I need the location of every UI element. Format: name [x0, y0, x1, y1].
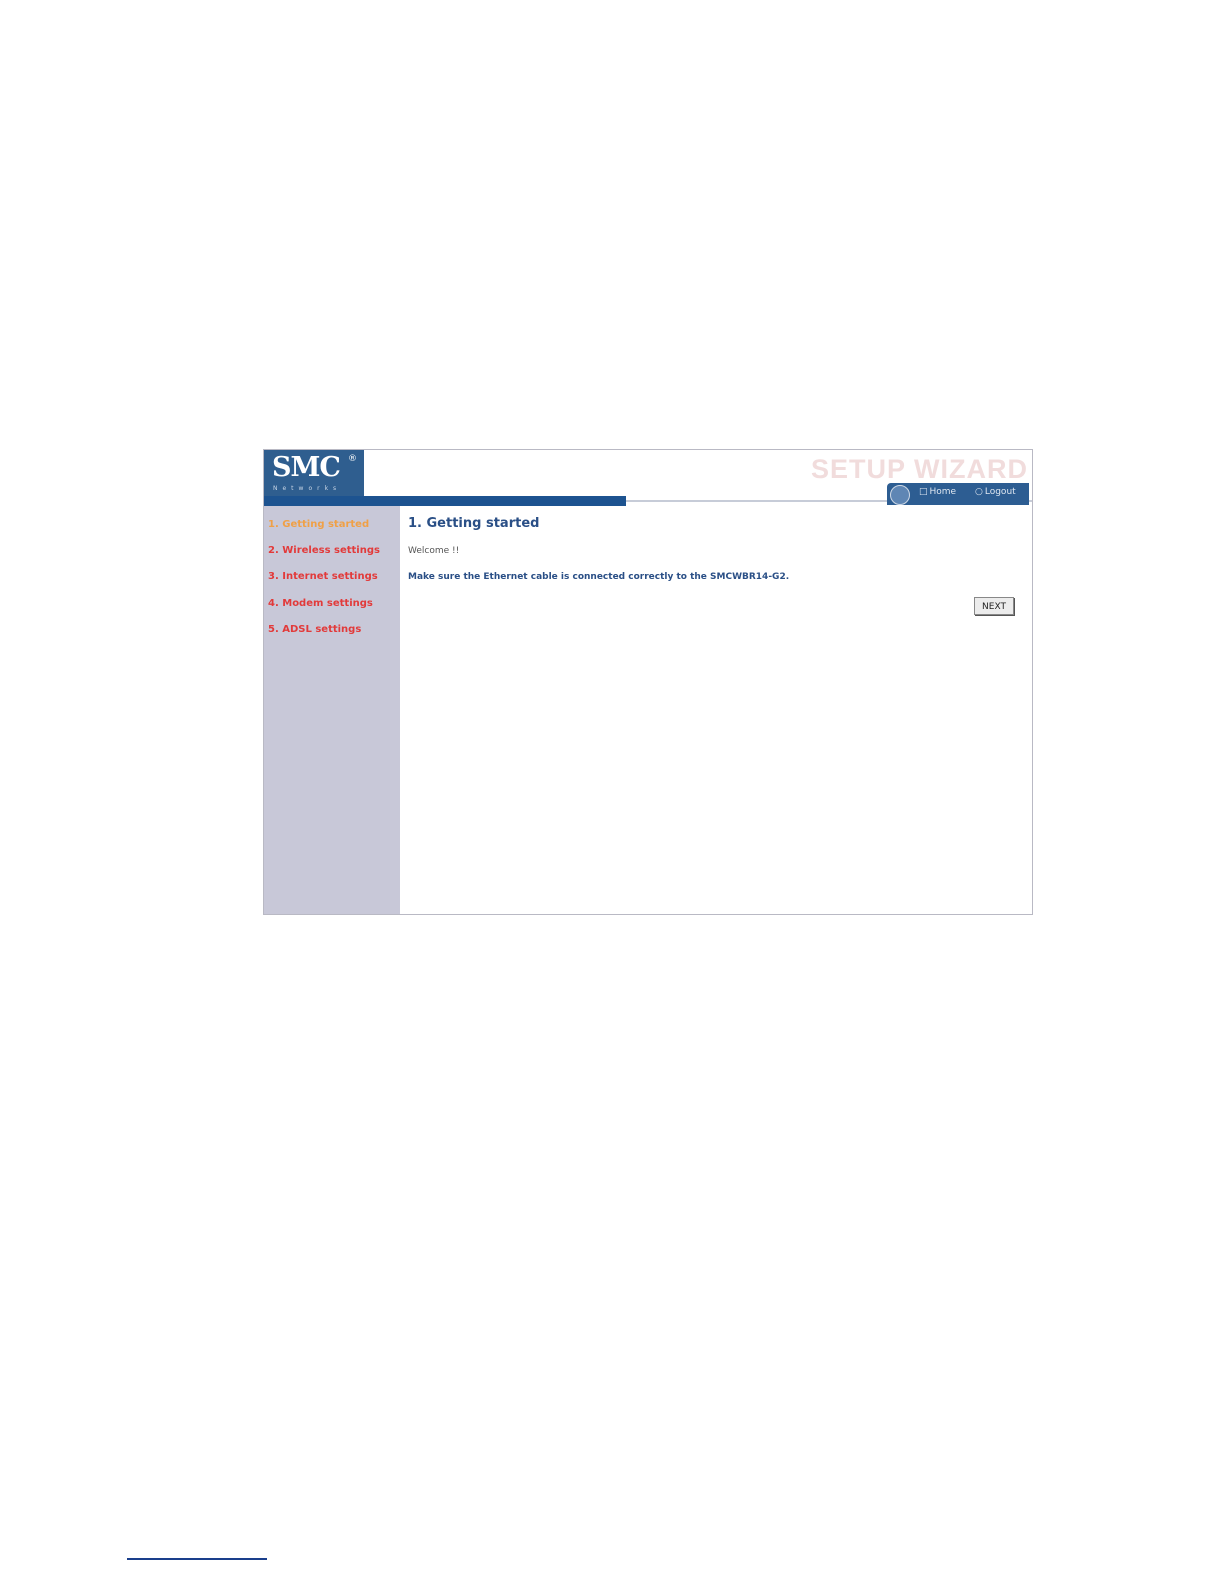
home-link[interactable]: □ Home: [919, 487, 956, 497]
logo-subtitle: Networks: [273, 485, 342, 492]
sidebar-item-internet-settings[interactable]: 3. Internet settings: [268, 571, 378, 582]
welcome-text: Welcome !!: [408, 546, 460, 556]
instruction-text: Make sure the Ethernet cable is connecte…: [408, 572, 790, 582]
top-nav: □ Home ○ Logout: [887, 483, 1029, 505]
logout-link[interactable]: ○ Logout: [975, 487, 1016, 497]
header-accent-bar: [264, 496, 626, 506]
page-title: 1. Getting started: [408, 516, 540, 531]
logout-label: Logout: [984, 487, 1016, 497]
sidebar-item-adsl-settings[interactable]: 5. ADSL settings: [268, 624, 361, 635]
sidebar: 1. Getting started 2. Wireless settings …: [264, 506, 400, 914]
sidebar-item-modem-settings[interactable]: 4. Modem settings: [268, 598, 373, 609]
logo-text: SMC: [272, 452, 341, 483]
registered-mark: ®: [348, 454, 357, 464]
globe-icon: [890, 485, 910, 505]
footer-rule: [127, 1558, 267, 1560]
home-icon: □: [919, 487, 928, 497]
sidebar-item-getting-started[interactable]: 1. Getting started: [268, 519, 369, 530]
home-label: Home: [929, 487, 957, 497]
next-button[interactable]: NEXT: [974, 597, 1014, 615]
setup-wizard-window: SMC ® Networks SETUP WIZARD □ Home ○ Logou…: [263, 449, 1033, 915]
smc-logo: SMC ® Networks: [264, 450, 364, 496]
wizard-title: SETUP WIZARD: [810, 454, 1028, 484]
sidebar-item-wireless-settings[interactable]: 2. Wireless settings: [268, 545, 380, 556]
logout-icon: ○: [975, 487, 983, 497]
